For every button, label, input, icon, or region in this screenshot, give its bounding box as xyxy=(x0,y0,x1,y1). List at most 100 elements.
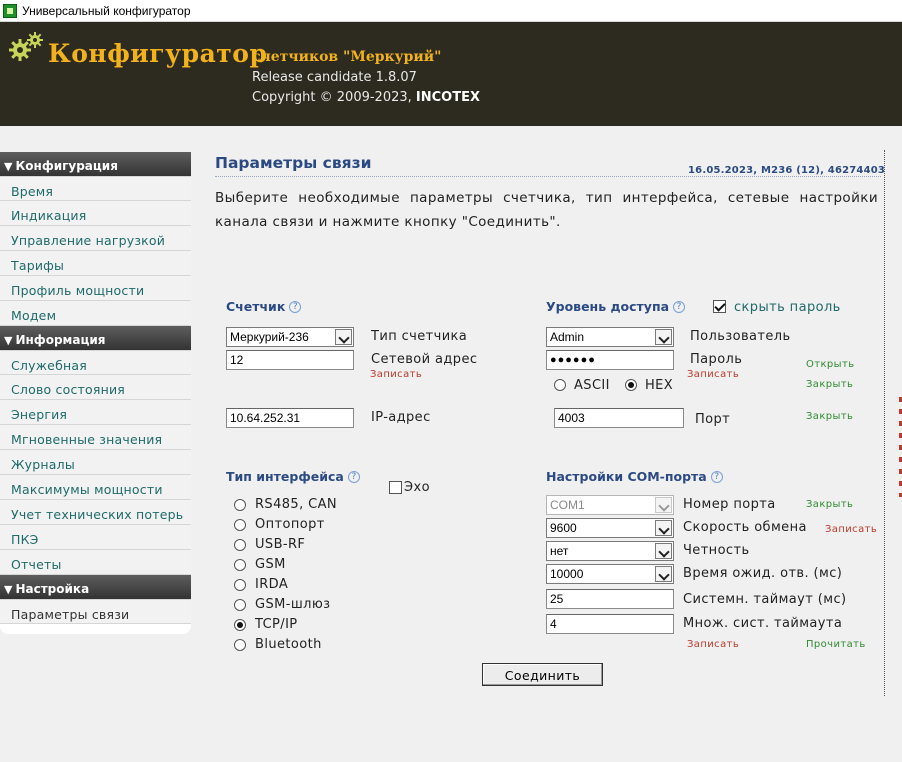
baud-rate-select[interactable]: 9600 xyxy=(546,518,674,538)
interface-label-rs485: RS485, CAN xyxy=(255,497,338,512)
brand-subtitle: счетчиков "Меркурий" xyxy=(252,49,442,65)
meter-group-title: Счетчик? xyxy=(226,299,302,314)
sidebar-footer xyxy=(0,624,191,634)
sidebar-item-reports[interactable]: Отчеты xyxy=(0,550,191,575)
user-select[interactable]: Admin xyxy=(546,327,674,347)
sidebar-section-info[interactable]: ▼ Информация xyxy=(0,326,191,350)
user-label: Пользователь xyxy=(690,329,791,344)
sidebar: ▼ Конфигурация Время Индикация Управление… xyxy=(0,152,191,634)
baud-rate-write-link[interactable]: Записать xyxy=(825,524,877,535)
parity-select[interactable]: нет xyxy=(546,541,674,561)
system-timeout-input[interactable]: 25 xyxy=(546,589,674,609)
sidebar-section-config[interactable]: ▼ Конфигурация xyxy=(0,152,191,176)
chevron-down-icon[interactable] xyxy=(655,566,672,582)
sidebar-item-time[interactable]: Время xyxy=(0,176,191,201)
chevron-down-icon[interactable] xyxy=(655,497,672,513)
chevron-down-icon[interactable] xyxy=(655,543,672,559)
help-icon[interactable]: ? xyxy=(347,471,360,483)
response-timeout-select[interactable]: 10000 xyxy=(546,564,674,584)
triangle-down-icon: ▼ xyxy=(4,160,13,173)
help-icon[interactable]: ? xyxy=(710,471,723,483)
interface-radio-gsm[interactable] xyxy=(234,559,246,571)
timeout-multiplier-label: Множ. сист. таймаута xyxy=(683,616,843,631)
sidebar-item-load-control[interactable]: Управление нагрузкой xyxy=(0,226,191,251)
echo-label: Эхо xyxy=(404,480,430,495)
sidebar-item-tech-losses[interactable]: Учет технических потерь xyxy=(0,500,191,525)
sidebar-item-connection-params[interactable]: Параметры связи xyxy=(0,599,191,624)
echo-checkbox[interactable] xyxy=(389,481,402,494)
triangle-down-icon: ▼ xyxy=(4,334,13,347)
page-title: Параметры связи xyxy=(215,154,372,172)
hex-radio[interactable] xyxy=(625,379,637,391)
meter-type-select[interactable]: Меркурий-236 xyxy=(226,327,354,347)
chevron-down-icon[interactable] xyxy=(655,329,672,345)
interface-label-gsm: GSM xyxy=(255,557,286,572)
app-header: Конфигуратор счетчиков "Меркурий" Releas… xyxy=(0,22,902,126)
connect-button[interactable]: Соединить xyxy=(482,663,603,686)
brand-title: Конфигуратор xyxy=(48,39,268,68)
interface-radio-rs485[interactable] xyxy=(234,499,246,511)
interface-radio-bluetooth[interactable] xyxy=(234,639,246,651)
timeout-multiplier-input[interactable]: 4 xyxy=(546,614,674,634)
meter-type-label: Тип счетчика xyxy=(371,329,468,344)
open-link[interactable]: Открыть xyxy=(806,359,855,370)
interface-label-irda: IRDA xyxy=(255,577,289,592)
interface-label-gsm-gateway: GSM-шлюз xyxy=(255,597,331,612)
com-read-link[interactable]: Прочитать xyxy=(806,639,866,650)
help-icon[interactable]: ? xyxy=(673,301,686,313)
sidebar-section-setup[interactable]: ▼ Настройка xyxy=(0,575,191,599)
interface-radio-optoport[interactable] xyxy=(234,519,246,531)
access-group-title: Уровень доступа? xyxy=(546,299,686,314)
network-address-label: Сетевой адрес xyxy=(371,352,478,367)
interface-label-optoport: Оптопорт xyxy=(255,517,325,532)
port-label: Порт xyxy=(695,412,731,427)
parity-label: Четность xyxy=(683,543,750,558)
help-icon[interactable]: ? xyxy=(289,301,302,313)
sidebar-item-power-maximums[interactable]: Максимумы мощности xyxy=(0,475,191,500)
interface-radio-irda[interactable] xyxy=(234,579,246,591)
company-name: INCOTEX xyxy=(415,90,481,105)
sidebar-item-modem[interactable]: Модем xyxy=(0,301,191,326)
hide-password-label[interactable]: скрыть пароль xyxy=(734,300,841,315)
interface-label-tcpip: TCP/IP xyxy=(255,617,298,632)
interface-radio-usb-rf[interactable] xyxy=(234,539,246,551)
gears-icon xyxy=(9,32,43,61)
intro-text: Выберите необходимые параметры счетчика,… xyxy=(215,190,878,230)
com-group-title: Настройки COM-порта? xyxy=(546,469,723,484)
sidebar-item-journals[interactable]: Журналы xyxy=(0,450,191,475)
address-write-link[interactable]: Записать xyxy=(370,369,422,380)
sidebar-item-energy[interactable]: Энергия xyxy=(0,400,191,425)
chevron-down-icon[interactable] xyxy=(655,520,672,536)
title-divider xyxy=(215,176,881,177)
close-link[interactable]: Закрыть xyxy=(806,379,853,390)
port-input[interactable]: 4003 xyxy=(554,408,684,428)
com-port-select[interactable]: COM1 xyxy=(546,495,674,515)
sidebar-item-display[interactable]: Индикация xyxy=(0,201,191,226)
app-icon xyxy=(3,4,17,18)
port-close-link[interactable]: Закрыть xyxy=(806,411,853,422)
interface-group-title: Тип интерфейса? xyxy=(226,469,360,484)
system-timeout-label: Системн. таймаут (мс) xyxy=(683,592,847,607)
sidebar-item-instant-values[interactable]: Мгновенные значения xyxy=(0,425,191,450)
interface-radio-tcpip[interactable] xyxy=(234,619,246,631)
com-port-close-link[interactable]: Закрыть xyxy=(806,499,853,510)
chevron-down-icon[interactable] xyxy=(335,329,352,345)
interface-radio-gsm-gateway[interactable] xyxy=(234,599,246,611)
content-divider xyxy=(884,150,885,696)
interface-label-bluetooth: Bluetooth xyxy=(255,637,322,652)
sidebar-item-tariffs[interactable]: Тарифы xyxy=(0,251,191,276)
ascii-radio[interactable] xyxy=(554,379,566,391)
sidebar-item-status-word[interactable]: Слово состояния xyxy=(0,375,191,400)
password-input[interactable]: ●●●●●● xyxy=(546,350,674,370)
sidebar-item-service[interactable]: Служебная xyxy=(0,350,191,375)
com-write-link[interactable]: Записать xyxy=(687,639,739,650)
sidebar-item-power-profile[interactable]: Профиль мощности xyxy=(0,276,191,301)
window-title: Универсальный конфигуратор xyxy=(22,4,191,18)
device-stamp: 16.05.2023, M236 (12), 46274403 xyxy=(688,165,886,176)
ip-address-input[interactable]: 10.64.252.31 xyxy=(226,408,354,428)
password-write-link[interactable]: Записать xyxy=(687,369,739,380)
network-address-input[interactable]: 12 xyxy=(226,350,354,370)
sidebar-item-pke[interactable]: ПКЭ xyxy=(0,525,191,550)
ip-address-label: IP-адрес xyxy=(371,410,431,425)
hide-password-checkbox[interactable] xyxy=(713,300,726,313)
